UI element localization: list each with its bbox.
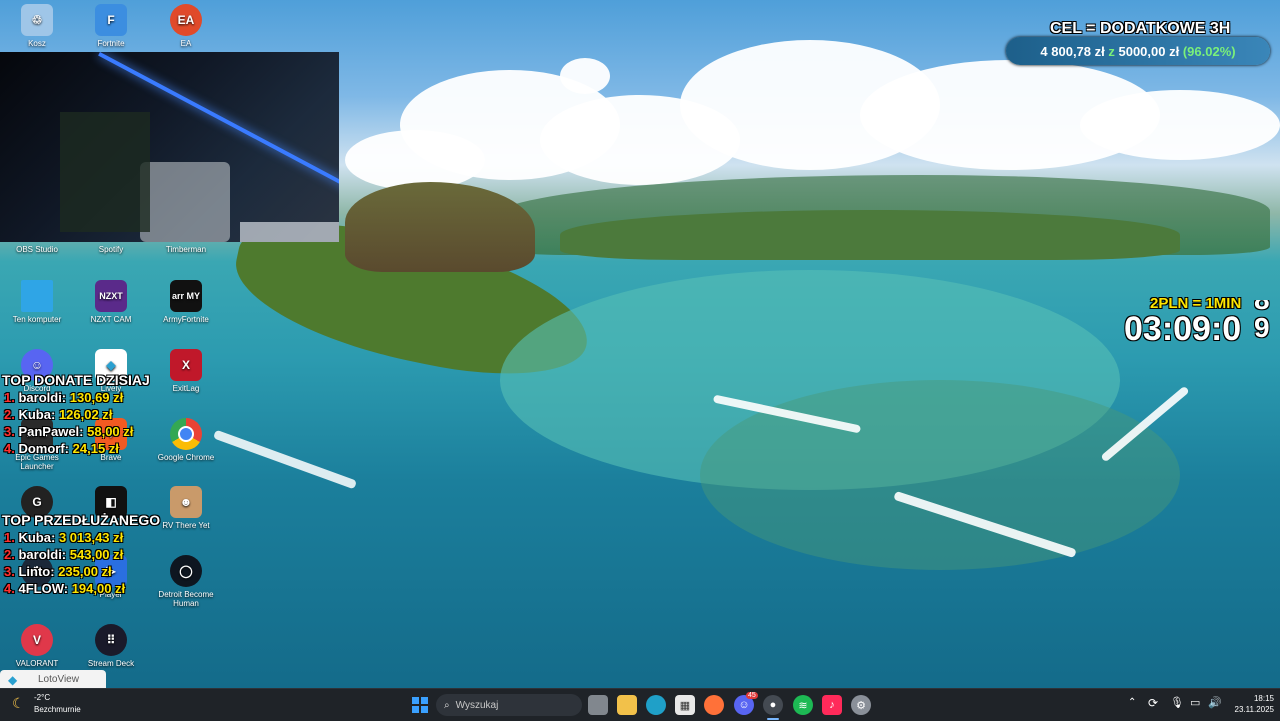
top-donate-today-list: 1. baroldi: 130,69 zł 2. Kuba: 126,02 zł… [4, 389, 133, 457]
search-box[interactable]: ⌕ Wyszukaj [436, 694, 582, 716]
network-icon[interactable]: ▭ [1190, 696, 1200, 709]
top-extended-title: TOP PRZEDŁUŻANEGO [2, 512, 161, 528]
file-explorer-icon[interactable] [617, 695, 637, 715]
detroit-icon: ◯ [170, 555, 202, 587]
desktop-icon-obs-studio[interactable]: OBS Studio [0, 245, 74, 254]
weather-widget[interactable]: ☾ -2°C Bezchmurnie [12, 693, 102, 717]
spotify-icon[interactable]: ≋ [793, 695, 813, 715]
weather-temp: -2°C [34, 693, 51, 702]
moon-icon: ☾ [12, 695, 25, 711]
valorant-icon: V [21, 624, 53, 656]
taskbar: ☾ -2°C Bezchmurnie ⌕ Wyszukaj ▦ ☺ 45 ● ≋… [0, 688, 1280, 721]
stream-deck-icon: ⠿ [95, 624, 127, 656]
webcam-feed [0, 52, 339, 242]
goal-title: CEL = DODATKOWE 3H [1050, 20, 1231, 37]
sync-icon[interactable]: ⟳ [1148, 696, 1158, 710]
desktop-icon-armyfortnite[interactable]: arr MY ArmyFortnite [149, 280, 223, 324]
discord-badge: 45 [746, 692, 758, 699]
microphone-icon[interactable]: 🎙 [1170, 696, 1184, 709]
clock[interactable]: 18:15 23.11.2025 [1226, 693, 1274, 715]
list-item: 4. 4FLOW: 194,00 zł [4, 581, 126, 596]
task-view-icon[interactable] [588, 695, 608, 715]
list-item: 3. Linto: 235,00 zł [4, 564, 112, 579]
tiktok-icon[interactable]: ♪ [822, 695, 842, 715]
desktop-icon-ea[interactable]: EA EA [149, 4, 223, 48]
firefox-icon[interactable] [704, 695, 724, 715]
desktop-icon-detroit[interactable]: ◯ Detroit Become Human [149, 555, 223, 608]
edge-icon[interactable] [646, 695, 666, 715]
microsoft-store-icon[interactable]: ▦ [675, 695, 695, 715]
list-item: 1. Kuba: 3 013,43 zł [4, 530, 124, 545]
desktop-icon-spotify[interactable]: Spotify [74, 245, 148, 254]
obs-icon[interactable]: ● [763, 695, 783, 715]
search-placeholder: Wyszukaj [455, 699, 499, 711]
desktop-icon-timberman[interactable]: Timberman [149, 245, 223, 254]
desktop-icon-stream-deck[interactable]: ⠿ Stream Deck [74, 624, 148, 668]
top-extended-list: 1. Kuba: 3 013,43 zł 2. baroldi: 543,00 … [4, 529, 125, 597]
volume-icon[interactable]: 🔊 [1208, 696, 1222, 709]
exitlag-icon: X [170, 349, 202, 381]
timer-value: 03:09:0 [1124, 310, 1242, 348]
desktop-icon-recycle-bin[interactable]: ♲ Kosz [0, 4, 74, 48]
list-item: 1. baroldi: 130,69 zł [4, 390, 124, 405]
goal-progress-bar: 4 800,78 zł z 5000,00 zł (96.02%) [1006, 37, 1270, 65]
desktop-icon-exitlag[interactable]: X ExitLag [149, 349, 223, 393]
recycle-bin-icon: ♲ [21, 4, 53, 36]
lively-notification-icon: ◆ [8, 673, 18, 687]
desktop-icon-this-pc[interactable]: Ten komputer [0, 280, 74, 324]
timer-digit-next: 9 [1254, 312, 1270, 343]
top-donate-today-title: TOP DONATE DZISIAJ [2, 372, 150, 388]
clock-time: 18:15 [1253, 694, 1274, 703]
fortnite-icon: F [95, 4, 127, 36]
monitor-icon [21, 280, 53, 312]
chevron-up-icon[interactable]: ⌃ [1128, 697, 1136, 708]
list-item: 2. baroldi: 543,00 zł [4, 547, 124, 562]
nzxt-icon: NZXT [95, 280, 127, 312]
goal-target: 5000,00 zł [1118, 43, 1180, 59]
notification-label: LotoView [38, 673, 79, 685]
settings-icon[interactable]: ⚙ [851, 695, 871, 715]
desktop-icon-google-chrome[interactable]: Google Chrome [149, 418, 223, 462]
desktop-icon-fortnite[interactable]: F Fortnite [74, 4, 148, 48]
ea-icon: EA [170, 4, 202, 36]
start-icon[interactable] [410, 695, 430, 715]
goal-separator: z [1108, 43, 1115, 59]
desktop-icon-valorant[interactable]: V VALORANT [0, 624, 74, 668]
timer-rolling-digits: 8 9 [1254, 300, 1280, 354]
goal-percent: (96.02%) [1182, 43, 1236, 59]
clock-date: 23.11.2025 [1234, 705, 1274, 714]
goal-current: 4 800,78 zł [1040, 43, 1105, 59]
search-icon: ⌕ [444, 699, 450, 711]
list-item: 2. Kuba: 126,02 zł [4, 407, 113, 422]
list-item: 4. Domorf: 24,15 zł [4, 441, 119, 456]
armyfortnite-icon: arr MY [170, 280, 202, 312]
desktop-icon-nzxt-cam[interactable]: NZXT NZXT CAM [74, 280, 148, 324]
notification-toast[interactable]: ◆ LotoView [0, 670, 106, 688]
chrome-icon [170, 418, 202, 450]
weather-desc: Bezchmurnie [34, 705, 81, 714]
rv-icon: ☻ [170, 486, 202, 518]
list-item: 3. PanPawel: 58,00 zł [4, 424, 134, 439]
